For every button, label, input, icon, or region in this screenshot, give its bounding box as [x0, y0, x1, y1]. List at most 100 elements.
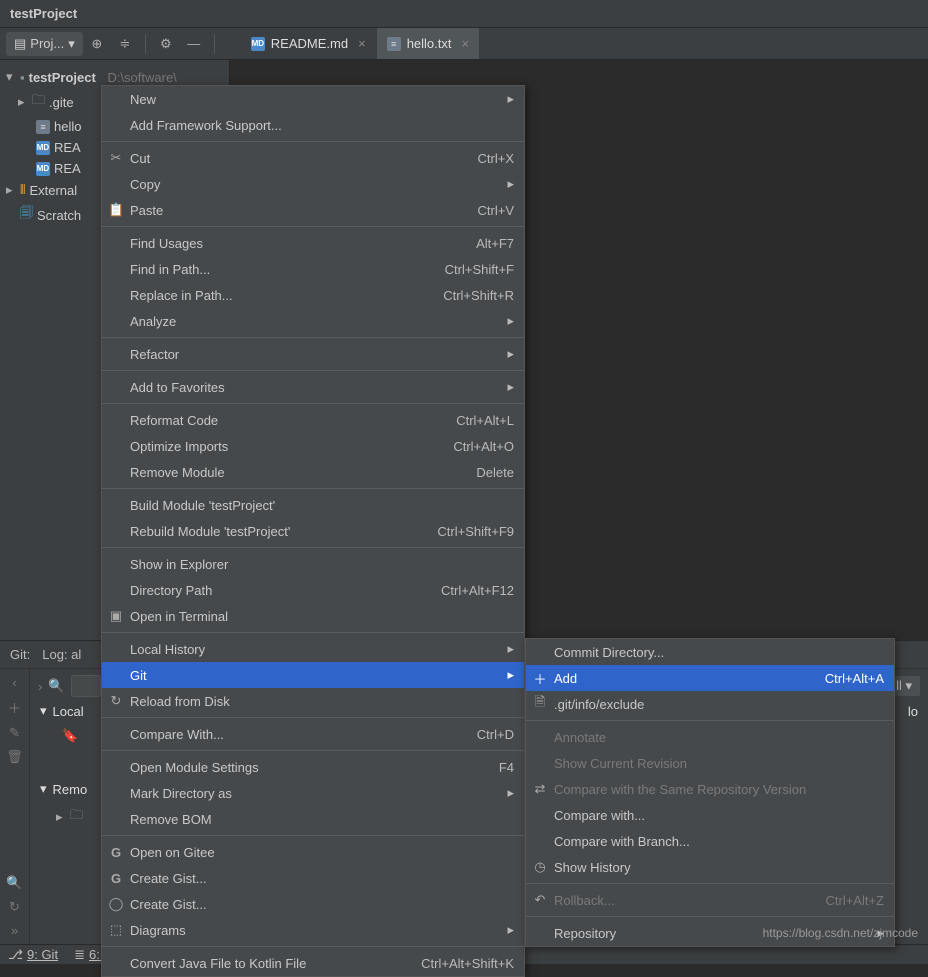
expand-arrow-icon[interactable]: ▾	[40, 781, 47, 797]
library-icon: ⫴	[20, 182, 25, 198]
menu-item[interactable]: GOpen on Gitee	[102, 839, 524, 865]
hide-icon[interactable]: —	[182, 32, 206, 56]
menu-item[interactable]: ↻Reload from Disk	[102, 688, 524, 714]
menu-item[interactable]: Mark Directory as▸	[102, 780, 524, 806]
menu-item[interactable]: Reformat CodeCtrl+Alt+L	[102, 407, 524, 433]
expand-arrow-icon[interactable]: ▾	[6, 69, 16, 85]
menu-item-label: Repository	[554, 926, 616, 941]
submenu-arrow-icon: ▸	[483, 922, 514, 938]
menu-item-label: .git/info/exclude	[554, 697, 644, 712]
menu-item[interactable]: ◷Show History	[526, 854, 894, 880]
project-view-dropdown[interactable]: ▤ Proj... ▾	[6, 32, 83, 56]
menu-separator	[102, 141, 524, 142]
menu-shortcut: Ctrl+X	[454, 151, 514, 166]
menu-shortcut: Delete	[452, 465, 514, 480]
menu-item-icon: 📋	[108, 202, 124, 218]
separator	[145, 34, 146, 54]
menu-item[interactable]: Remove Module Delete	[102, 459, 524, 485]
delete-icon[interactable]: 🗑	[6, 749, 23, 765]
menu-item-label: Remove BOM	[130, 812, 212, 827]
expand-arrow-icon[interactable]: ▾	[40, 703, 47, 719]
locate-icon[interactable]: ⊕	[85, 32, 109, 56]
menu-item[interactable]: 🗎.git/info/exclude	[526, 691, 894, 717]
menu-item[interactable]: Compare with...	[526, 802, 894, 828]
nav-back-icon[interactable]: ‹	[12, 675, 16, 690]
collapse-icon[interactable]: ≑	[113, 32, 137, 56]
tree-item-label: REA	[54, 140, 81, 155]
menu-item[interactable]: Local History▸	[102, 636, 524, 662]
search-icon: 🔍	[48, 678, 64, 694]
menu-item[interactable]: Find UsagesAlt+F7	[102, 230, 524, 256]
menu-separator	[102, 547, 524, 548]
editor-tabs: MD README.md × ≡ hello.txt ×	[241, 28, 480, 59]
menu-item[interactable]: Optimize ImportsCtrl+Alt+O	[102, 433, 524, 459]
git-search-input[interactable]	[71, 675, 101, 697]
add-icon[interactable]: ＋	[8, 698, 21, 717]
menu-item[interactable]: Remove BOM	[102, 806, 524, 832]
project-label: Proj...	[30, 36, 64, 51]
menu-item[interactable]: Git▸	[102, 662, 524, 688]
git-log-tab[interactable]: Log: al	[42, 647, 81, 662]
submenu-arrow-icon: ▸	[483, 91, 514, 107]
menu-item[interactable]: ◯Create Gist...	[102, 891, 524, 917]
menu-separator	[102, 946, 524, 947]
menu-item-label: Show Current Revision	[554, 756, 687, 771]
menu-shortcut: Ctrl+Alt+Z	[801, 893, 884, 908]
expand-arrow-icon[interactable]: ▸	[18, 94, 28, 110]
close-icon[interactable]: ×	[358, 36, 366, 51]
menu-item-icon: G	[108, 871, 124, 886]
menu-item[interactable]: ＋AddCtrl+Alt+A	[526, 665, 894, 691]
tab-readme[interactable]: MD README.md ×	[241, 28, 377, 59]
submenu-arrow-icon: ▸	[483, 346, 514, 362]
menu-separator	[526, 720, 894, 721]
menu-item[interactable]: Compare with Branch...	[526, 828, 894, 854]
menu-item-label: Annotate	[554, 730, 606, 745]
menu-item[interactable]: Add to Favorites▸	[102, 374, 524, 400]
menu-item-icon: ＋	[532, 669, 548, 688]
tab-hello[interactable]: ≡ hello.txt ×	[377, 28, 480, 59]
menu-separator	[102, 717, 524, 718]
close-icon[interactable]: ×	[462, 36, 470, 51]
menu-item[interactable]: Analyze▸	[102, 308, 524, 334]
menu-item-icon: ◯	[108, 896, 124, 912]
menu-item[interactable]: Find in Path...Ctrl+Shift+F	[102, 256, 524, 282]
menu-item[interactable]: Copy▸	[102, 171, 524, 197]
menu-item[interactable]: Directory PathCtrl+Alt+F12	[102, 577, 524, 603]
expand-arrow-icon[interactable]: ▸	[6, 182, 16, 198]
menu-item-label: Remove Module	[130, 465, 225, 480]
refresh-icon[interactable]: ↻	[9, 899, 20, 915]
menu-item[interactable]: Add Framework Support...	[102, 112, 524, 138]
menu-item-label: Compare With...	[130, 727, 224, 742]
menu-item[interactable]: ⬚Diagrams▸	[102, 917, 524, 943]
menu-item-icon: ⬚	[108, 922, 124, 938]
menu-item[interactable]: Open Module SettingsF4	[102, 754, 524, 780]
tree-root-path: D:\software\	[107, 70, 176, 85]
menu-item-icon: G	[108, 845, 124, 860]
menu-item[interactable]: Show in Explorer	[102, 551, 524, 577]
menu-item[interactable]: Rebuild Module 'testProject'Ctrl+Shift+F…	[102, 518, 524, 544]
menu-item[interactable]: Build Module 'testProject'	[102, 492, 524, 518]
status-git[interactable]: ⎇ 9: Git	[8, 947, 58, 963]
submenu-arrow-icon: ▸	[483, 379, 514, 395]
folder-icon: 🗀	[70, 806, 83, 828]
menu-item[interactable]: Replace in Path...Ctrl+Shift+R	[102, 282, 524, 308]
menu-item-label: Git	[130, 668, 147, 683]
menu-item[interactable]: GCreate Gist...	[102, 865, 524, 891]
menu-item[interactable]: Commit Directory...	[526, 639, 894, 665]
text-icon: ≡	[387, 37, 401, 51]
edit-icon[interactable]: ✎	[9, 725, 20, 741]
menu-item[interactable]: Compare With...Ctrl+D	[102, 721, 524, 747]
gear-icon[interactable]: ⚙	[154, 32, 178, 56]
menu-item[interactable]: Convert Java File to Kotlin FileCtrl+Alt…	[102, 950, 524, 976]
menu-item[interactable]: ▣Open in Terminal	[102, 603, 524, 629]
menu-item[interactable]: 📋PasteCtrl+V	[102, 197, 524, 223]
nav-forward-icon[interactable]: ›	[38, 679, 42, 694]
menu-item[interactable]: Refactor▸	[102, 341, 524, 367]
search-icon[interactable]: 🔍	[6, 875, 22, 891]
menu-item[interactable]: ✂CutCtrl+X	[102, 145, 524, 171]
menu-shortcut: Ctrl+Alt+L	[432, 413, 514, 428]
more-icon[interactable]: »	[11, 923, 18, 938]
menu-item: ↶Rollback...Ctrl+Alt+Z	[526, 887, 894, 913]
menu-item[interactable]: New▸	[102, 86, 524, 112]
expand-arrow-icon[interactable]: ▸	[56, 809, 66, 825]
